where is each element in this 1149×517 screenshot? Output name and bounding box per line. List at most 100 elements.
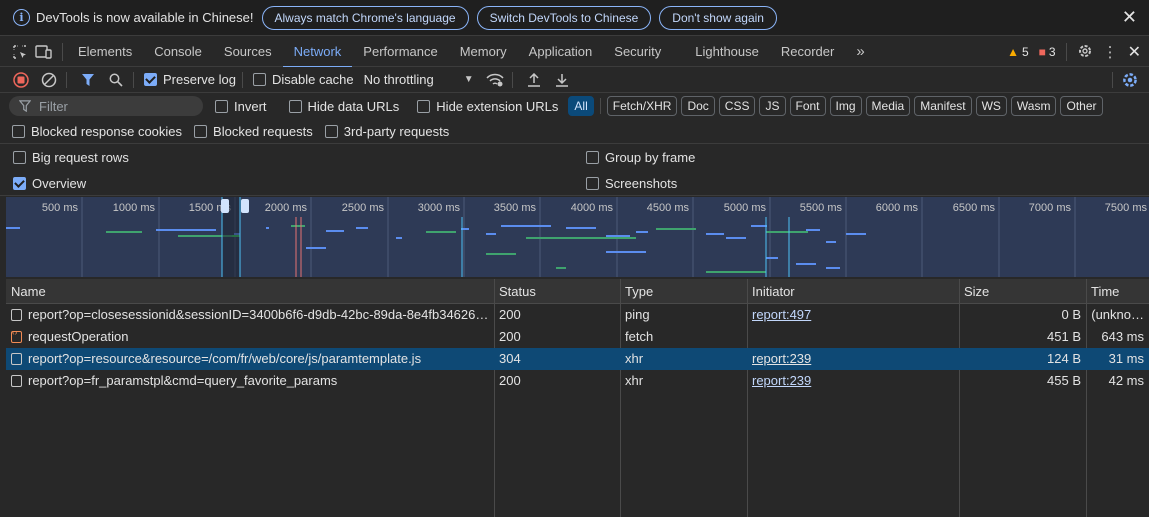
column-header-time[interactable]: Time (1086, 279, 1149, 304)
overview-request-bar (796, 263, 816, 265)
tab-recorder[interactable]: Recorder (770, 37, 845, 67)
table-row[interactable]: requestOperation 200 fetch 451 B 643 ms (6, 326, 1149, 348)
cell-name: report?op=resource&resource=/com/fr/web/… (6, 348, 494, 370)
network-conditions-icon[interactable] (484, 69, 506, 91)
type-filter-all[interactable]: All (568, 96, 594, 116)
overview-tick-label: 500 ms (42, 202, 79, 214)
type-filter-css[interactable]: CSS (718, 96, 756, 116)
cell-time: 42 ms (1108, 373, 1144, 388)
export-har-icon[interactable] (551, 69, 573, 91)
hide-data-urls-checkbox[interactable]: Hide data URLs (288, 99, 399, 114)
cell-status: 200 (499, 373, 521, 388)
overview-request-bar (326, 230, 344, 232)
tab-performance[interactable]: Performance (352, 37, 448, 67)
table-row[interactable]: report?op=closesessionid&sessionID=3400b… (6, 304, 1149, 326)
disable-cache-checkbox[interactable]: Disable cache (252, 72, 354, 87)
blocked-response-cookies-checkbox[interactable]: Blocked response cookies (12, 124, 182, 139)
big-request-rows-checkbox[interactable]: Big request rows (13, 150, 129, 165)
hide-extension-urls-checkbox[interactable]: Hide extension URLs (417, 99, 558, 114)
tab-console[interactable]: Console (143, 37, 213, 67)
blocked-requests-checkbox[interactable]: Blocked requests (194, 124, 313, 139)
initiator-link[interactable]: report:239 (752, 373, 811, 388)
network-overview-timeline[interactable]: 500 ms 1000 ms 1500 ms 2000 ms 2500 ms 3000 m… (6, 197, 1149, 277)
overview-request-bar (826, 241, 836, 243)
tab-elements[interactable]: Elements (67, 37, 143, 67)
always-match-language-button[interactable]: Always match Chrome's language (261, 5, 469, 30)
close-devtools-icon[interactable]: ✕ (1128, 42, 1141, 62)
column-header-initiator[interactable]: Initiator (747, 279, 959, 304)
overview-request-bar (501, 225, 551, 227)
type-filter-doc[interactable]: Doc (681, 96, 715, 116)
initiator-link[interactable]: report:497 (752, 307, 811, 322)
cell-initiator[interactable]: report:497 (747, 304, 959, 326)
screenshots-checkbox[interactable]: Screenshots (586, 176, 677, 191)
type-filter-other[interactable]: Other (1060, 96, 1103, 116)
tab-memory[interactable]: Memory (449, 37, 518, 67)
invert-checkbox[interactable]: Invert (215, 99, 267, 114)
stop-recording-icon[interactable] (10, 69, 32, 91)
more-options-icon[interactable]: ⋮ (1103, 45, 1118, 60)
search-icon[interactable] (105, 69, 127, 91)
column-header-name[interactable]: Name (6, 279, 494, 304)
overview-request-bar (766, 231, 808, 233)
overview-tick-label: 7000 ms (1029, 202, 1072, 214)
type-filter-media[interactable]: Media (865, 96, 911, 116)
overview-tick-label: 2500 ms (342, 202, 385, 214)
type-filter-font[interactable]: Font (789, 96, 826, 116)
devtools-tab-bar: Elements Console Sources Network Perform… (0, 37, 1149, 68)
overview-tick-label: 1000 ms (113, 202, 156, 214)
cell-initiator[interactable] (747, 326, 959, 348)
settings-gear-icon[interactable] (1077, 43, 1093, 62)
group-by-frame-checkbox[interactable]: Group by frame (586, 150, 695, 165)
preserve-log-checkbox[interactable]: Preserve log (144, 72, 236, 87)
column-header-status[interactable]: Status (494, 279, 620, 304)
more-tabs-icon[interactable]: » (845, 37, 875, 67)
issues-counter[interactable]: ■ 3 (1039, 45, 1056, 59)
type-filter-js[interactable]: JS (759, 96, 786, 116)
overview-chart: 500 ms 1000 ms 1500 ms 2000 ms 2500 ms 3000 m… (6, 197, 1148, 277)
import-har-icon[interactable] (523, 69, 545, 91)
column-header-type[interactable]: Type (620, 279, 747, 304)
warnings-counter[interactable]: ▲ 5 (1007, 45, 1029, 59)
tab-lighthouse[interactable]: Lighthouse (684, 37, 770, 67)
switch-to-chinese-button[interactable]: Switch DevTools to Chinese (476, 5, 652, 30)
cell-initiator[interactable]: report:239 (747, 370, 959, 392)
table-row[interactable]: report?op=fr_paramstpl&cmd=query_favorit… (6, 370, 1149, 392)
throttling-select[interactable]: No throttling ▼ (364, 72, 474, 87)
close-infobar-icon[interactable]: ✕ (1122, 8, 1137, 26)
dont-show-again-button[interactable]: Don't show again (659, 5, 777, 30)
device-toolbar-icon[interactable] (34, 42, 54, 62)
overview-request-bar (846, 233, 866, 235)
overview-tick-label: 4000 ms (571, 202, 614, 214)
cell-status: 304 (499, 351, 521, 366)
overview-request-bar (426, 231, 456, 233)
overview-checkbox[interactable]: Overview (13, 176, 86, 191)
inspect-element-icon[interactable] (10, 42, 30, 62)
type-filter-ws[interactable]: WS (975, 96, 1007, 116)
filter-funnel-icon[interactable] (77, 69, 99, 91)
initiator-link[interactable]: report:239 (752, 351, 811, 366)
tab-application[interactable]: Application (518, 37, 604, 67)
third-party-requests-checkbox[interactable]: 3rd-party requests (324, 124, 449, 139)
overview-request-bar (556, 267, 566, 269)
type-filter-manifest[interactable]: Manifest (914, 96, 972, 116)
table-row[interactable]: report?op=resource&resource=/com/fr/web/… (6, 348, 1149, 370)
disable-cache-check[interactable] (252, 73, 266, 86)
overview-request-bar (566, 227, 596, 229)
tab-sources[interactable]: Sources (213, 37, 283, 67)
filter-input[interactable]: Filter (9, 96, 203, 116)
tab-network[interactable]: Network (282, 37, 353, 68)
type-filter-img[interactable]: Img (829, 96, 862, 116)
infobar-message: DevTools is now available in Chinese! (36, 10, 254, 25)
column-header-size[interactable]: Size (959, 279, 1086, 304)
overview-tick-label: 7500 ms (1105, 202, 1148, 214)
network-settings-gear-icon[interactable] (1121, 71, 1139, 92)
cell-initiator[interactable]: report:239 (747, 348, 959, 370)
tab-security[interactable]: Security (603, 37, 672, 67)
request-table: Name Status Type Initiator Size Time rep… (6, 279, 1149, 517)
clear-log-icon[interactable] (38, 69, 60, 91)
type-filter-wasm[interactable]: Wasm (1010, 96, 1057, 116)
preserve-log-check[interactable] (144, 73, 157, 86)
tab-separator (62, 42, 63, 61)
type-filter-fetch-xhr[interactable]: Fetch/XHR (606, 96, 678, 116)
